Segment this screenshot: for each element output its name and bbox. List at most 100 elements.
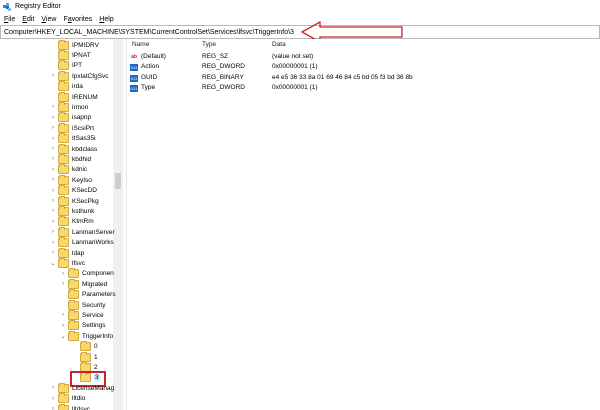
values-list[interactable]: Name Type Data ab (Default) REG_SZ (value n… [127, 39, 600, 410]
expand-chevron-icon[interactable]: › [50, 219, 56, 225]
expand-chevron-icon[interactable]: › [50, 146, 56, 152]
expand-chevron-icon[interactable]: › [50, 104, 56, 110]
tree-item[interactable]: Parameters [60, 289, 116, 300]
tree-item[interactable]: Security [60, 299, 105, 310]
folder-icon [58, 101, 69, 112]
expand-chevron-icon[interactable]: › [50, 125, 56, 131]
expand-chevron-icon[interactable]: › [60, 281, 66, 287]
expand-chevron-icon[interactable]: › [60, 312, 66, 318]
folder-icon [80, 351, 91, 362]
menu-favorites[interactable]: Favorites [60, 16, 95, 23]
tree-item[interactable]: 1 [72, 351, 98, 362]
tree-item[interactable]: ⌄ lfsvc [50, 257, 85, 268]
expand-chevron-icon[interactable]: › [50, 177, 56, 183]
expand-chevron-icon[interactable]: › [50, 73, 56, 79]
folder-icon [68, 309, 79, 320]
tree-item-label: Parameters [82, 291, 116, 299]
expand-chevron-icon[interactable]: › [50, 136, 56, 142]
tree-item[interactable]: › LanmanWorks [50, 237, 114, 248]
tree-item-label: iScsiPrt [72, 124, 95, 132]
address-path[interactable]: Computer\HKEY_LOCAL_MACHINE\SYSTEM\Curre… [1, 29, 294, 36]
tree-item[interactable]: › KSecDD [50, 185, 97, 196]
tree-item[interactable]: › isapnp [50, 112, 91, 123]
tree-item[interactable]: › lltdio [50, 393, 85, 404]
expand-chevron-icon[interactable]: › [50, 188, 56, 194]
column-header-type[interactable]: Type [202, 41, 216, 48]
tree-item[interactable]: › irmon [50, 101, 88, 112]
registry-editor-icon [3, 2, 11, 11]
folder-icon [58, 122, 69, 133]
tree-item[interactable]: › LicenseManag [50, 382, 114, 393]
registry-key-tree[interactable]: IPMIDRV IPNAT IPT › IpxlatCfgSvc irda IRENUM › i… [0, 39, 127, 410]
tree-item[interactable]: › kdnic [50, 164, 88, 175]
value-type: REG_DWORD [202, 63, 245, 71]
address-bar[interactable]: Computer\HKEY_LOCAL_MACHINE\SYSTEM\Curre… [0, 25, 600, 39]
tree-item[interactable]: › Settings [60, 320, 106, 331]
expand-chevron-icon[interactable]: › [50, 396, 56, 402]
tree-item-label: KSecDD [72, 187, 97, 195]
expand-chevron-icon[interactable]: › [60, 271, 66, 277]
tree-item[interactable]: › iScsiPrt [50, 122, 95, 133]
tree-item[interactable]: › Migrated [60, 278, 107, 289]
expand-chevron-icon[interactable]: › [50, 198, 56, 204]
tree-item[interactable]: › kbdclass [50, 143, 97, 154]
tree-item[interactable]: › ldap [50, 247, 84, 258]
tree-scrollbar-thumb[interactable] [115, 173, 121, 189]
tree-item[interactable]: 3 [72, 372, 100, 383]
tree-item[interactable]: IPMIDRV [50, 39, 99, 50]
menu-edit[interactable]: Edit [19, 16, 37, 23]
tree-item[interactable]: › Service [60, 309, 104, 320]
expand-chevron-icon[interactable]: › [50, 167, 56, 173]
collapse-chevron-icon[interactable]: ⌄ [60, 333, 66, 340]
tree-item[interactable]: › LanmanServer [50, 226, 115, 237]
tree-item[interactable]: › KSecPkg [50, 195, 99, 206]
tree-item[interactable]: › kbdhid [50, 153, 91, 164]
tree-item[interactable]: IPNAT [50, 49, 91, 60]
value-row[interactable]: 011 Type REG_DWORD 0x00000001 (1) [127, 83, 600, 93]
tree-item[interactable]: › KtmRm [50, 216, 94, 227]
binary-value-icon: 011 [130, 84, 138, 92]
tree-item[interactable]: irda [50, 81, 83, 92]
column-header-name[interactable]: Name [132, 41, 149, 48]
expand-chevron-icon[interactable]: › [50, 240, 56, 246]
tree-item-label: KeyIso [72, 176, 92, 184]
menu-file[interactable]: File [1, 16, 18, 23]
tree-item[interactable]: › ksthunk [50, 205, 94, 216]
folder-icon [68, 268, 79, 279]
expand-chevron-icon[interactable]: › [50, 250, 56, 256]
expand-chevron-icon[interactable]: › [50, 406, 56, 410]
tree-item[interactable]: ⌄ TriggerInfo [60, 330, 114, 341]
collapse-chevron-icon[interactable]: ⌄ [50, 260, 56, 267]
tree-item[interactable]: › Componen [60, 268, 114, 279]
tree-item[interactable]: IPT [50, 60, 82, 71]
expand-chevron-icon[interactable]: › [60, 323, 66, 329]
tree-item-label: lfsvc [72, 259, 85, 267]
folder-icon [68, 330, 79, 341]
expand-chevron-icon[interactable]: › [50, 115, 56, 121]
tree-item[interactable]: › ItSas35i [50, 133, 96, 144]
value-row[interactable]: 011 Action REG_DWORD 0x00000001 (1) [127, 62, 600, 72]
expand-chevron-icon[interactable]: › [50, 208, 56, 214]
column-header-data[interactable]: Data [272, 41, 286, 48]
tree-item[interactable]: › lltdsvc [50, 403, 90, 410]
menu-view[interactable]: View [38, 16, 59, 23]
tree-item[interactable]: 0 [72, 341, 98, 352]
folder-icon [58, 91, 69, 102]
expand-chevron-icon[interactable]: › [50, 156, 56, 162]
value-row[interactable]: 011 GUID REG_BINARY e4 e5 36 33 8a 01 69 46… [127, 73, 600, 83]
value-row[interactable]: ab (Default) REG_SZ (value not set) [127, 52, 600, 62]
tree-item[interactable]: IRENUM [50, 91, 98, 102]
menu-help[interactable]: Help [96, 16, 116, 23]
expand-chevron-icon[interactable]: › [50, 229, 56, 235]
tree-item-label: TriggerInfo [82, 332, 114, 340]
tree-item-label: kdnic [72, 166, 88, 174]
folder-icon [58, 164, 69, 175]
folder-icon [68, 278, 79, 289]
tree-item[interactable]: › KeyIso [50, 174, 92, 185]
tree-item[interactable]: 2 [72, 361, 98, 372]
expand-chevron-icon[interactable]: › [50, 385, 56, 391]
tree-scrollbar[interactable] [113, 39, 123, 410]
folder-icon [58, 257, 69, 268]
tree-item[interactable]: › IpxlatCfgSvc [50, 70, 109, 81]
